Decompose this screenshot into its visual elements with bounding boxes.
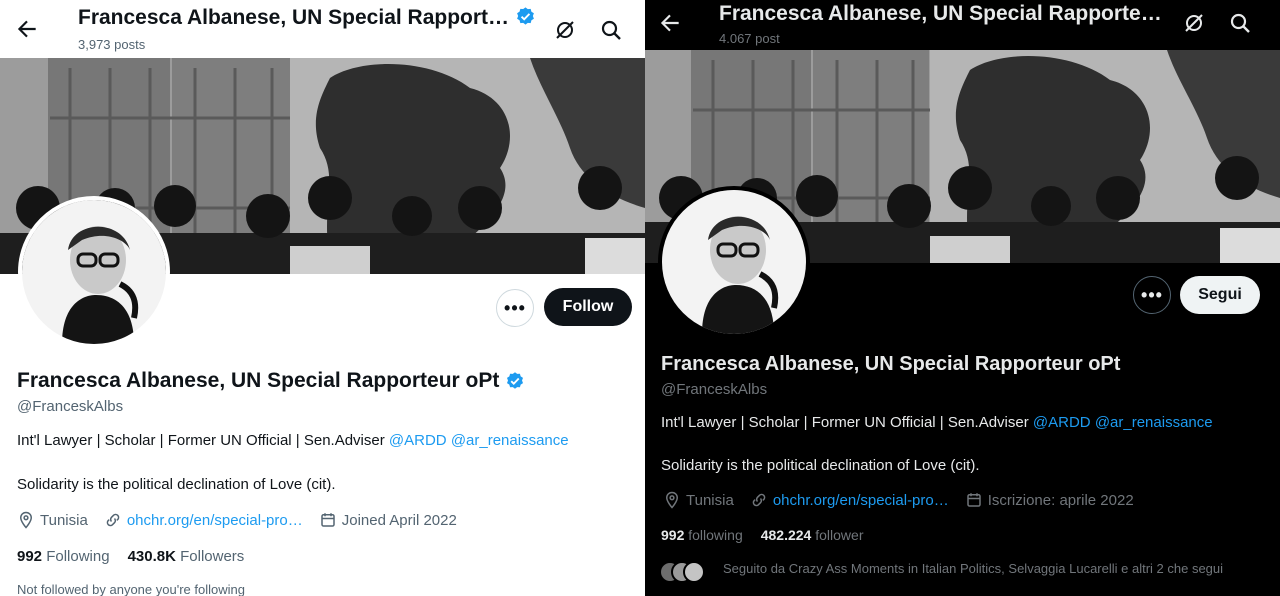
profile-bio: Int'l Lawyer | Scholar | Former UN Offic… [17,432,569,449]
link-icon [752,493,766,507]
mention-link[interactable]: @ARDD [1033,414,1091,431]
post-count: 3,973 posts [78,37,146,52]
profile-handle: @FranceskAlbs [17,398,124,415]
location-icon [665,491,679,509]
following-stat[interactable]: 992 following [661,527,743,543]
calendar-icon [321,513,335,527]
follow-stats: 992 Following 430.8K Followers [17,548,262,565]
profile-avatar[interactable] [658,186,810,338]
profile-name: Francesca Albanese, UN Special Rapporteu… [17,369,525,393]
followers-you-know-avatars[interactable] [659,561,719,583]
location-text: Tunisia [686,491,734,509]
profile-header-bar: Francesca Albanese, UN Special Rapporte…… [645,0,1280,50]
post-count: 4.067 post [719,31,780,46]
mention-link[interactable]: @ar_renaissance [451,432,569,449]
follow-stats: 992 following 482.224 follower [661,527,881,543]
profile-name: Francesca Albanese, UN Special Rapporteu… [661,353,1121,375]
profile-panel-dark: Francesca Albanese, UN Special Rapporte…… [645,0,1280,596]
back-arrow-icon[interactable] [657,10,683,36]
profile-handle: @FranceskAlbs [661,381,768,398]
back-arrow-icon[interactable] [14,16,40,42]
search-icon[interactable] [1228,11,1252,35]
avatar [683,561,705,583]
header-title: Francesca Albanese, UN Special Rapport… [78,6,536,30]
more-options-button[interactable]: ••• [1133,276,1171,314]
link-icon [106,513,120,527]
verified-badge-icon [516,7,534,25]
profile-bio-quote: Solidarity is the political declination … [17,476,336,493]
profile-header-bar: Francesca Albanese, UN Special Rapport… … [0,0,645,58]
mention-link[interactable]: @ARDD [389,432,447,449]
grok-icon[interactable] [553,18,577,42]
profile-meta: Tunisia ohchr.org/en/special-pro… Iscriz… [663,491,1150,509]
search-icon[interactable] [599,18,623,42]
calendar-icon [967,493,981,507]
website-link[interactable]: ohchr.org/en/special-pro… [127,512,303,529]
followed-by-text: Seguito da Crazy Ass Moments in Italian … [723,561,1224,576]
location-icon [19,511,33,529]
joined-date: Joined April 2022 [341,511,457,529]
follow-button[interactable]: Follow [544,288,632,326]
verified-badge-icon [507,372,524,389]
profile-bio: Int'l Lawyer | Scholar | Former UN Offic… [661,414,1213,431]
profile-panel-light: Francesca Albanese, UN Special Rapport… … [0,0,645,596]
more-options-button[interactable]: ••• [496,289,534,327]
profile-avatar[interactable] [18,196,170,348]
followers-stat[interactable]: 430.8K Followers [128,548,245,565]
location-text: Tunisia [40,511,88,529]
joined-date: Iscrizione: aprile 2022 [987,491,1134,509]
mention-link[interactable]: @ar_renaissance [1095,414,1213,431]
following-stat[interactable]: 992 Following [17,548,110,565]
followed-by-text: Not followed by anyone you're following [17,582,245,596]
followers-stat[interactable]: 482.224 follower [761,527,864,543]
profile-bio-quote: Solidarity is the political declination … [661,457,980,474]
follow-button[interactable]: Segui [1180,276,1260,314]
grok-icon[interactable] [1182,11,1206,35]
header-title: Francesca Albanese, UN Special Rapporte… [719,2,1162,25]
website-link[interactable]: ohchr.org/en/special-pro… [773,492,949,509]
profile-meta: Tunisia ohchr.org/en/special-pro… Joined… [17,511,473,529]
